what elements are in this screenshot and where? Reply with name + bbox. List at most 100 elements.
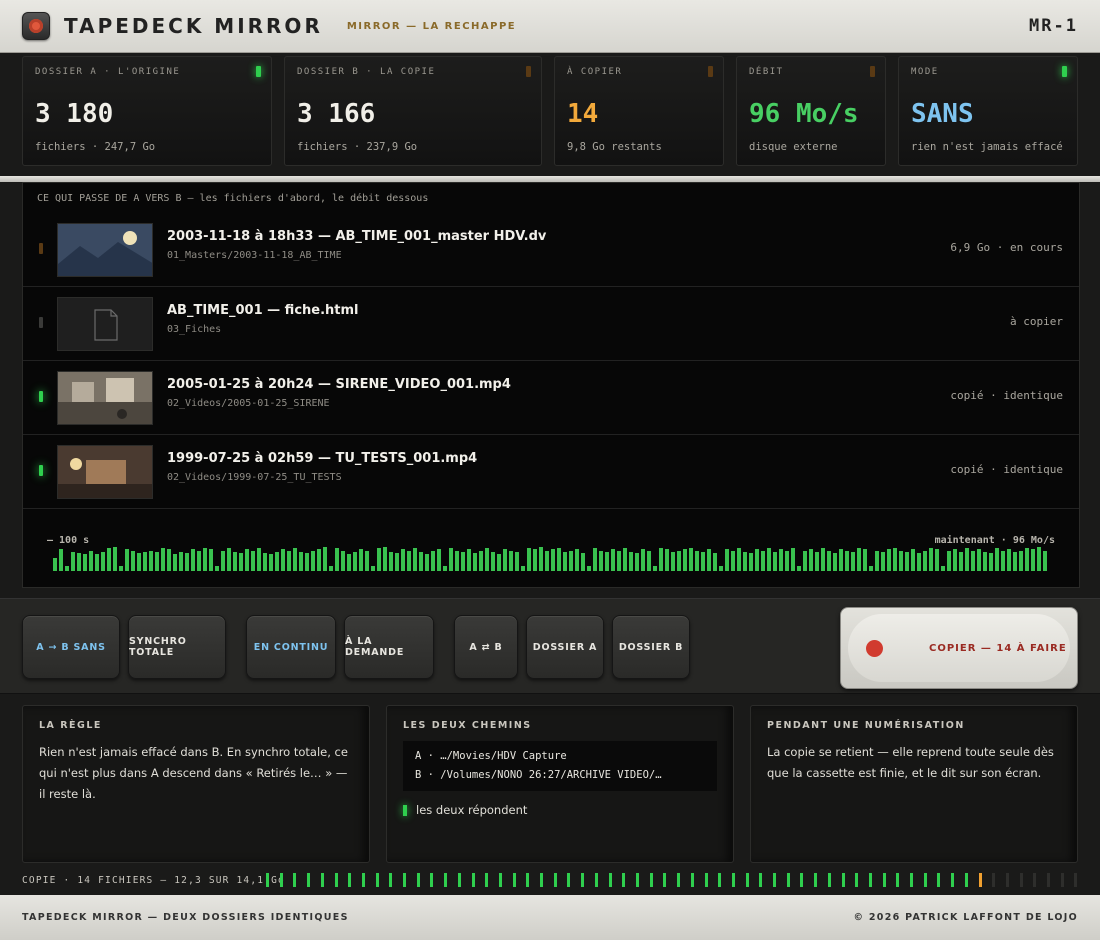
meter-bar	[191, 549, 195, 571]
progress-tick	[745, 873, 749, 887]
meter-bar	[377, 548, 381, 571]
meter-bar	[323, 547, 327, 571]
meter-bar	[617, 551, 621, 571]
progress-tick	[1019, 873, 1023, 887]
meter-bar	[203, 548, 207, 571]
paths-status: les deux répondent	[403, 803, 717, 817]
continuous-button[interactable]: EN CONTINU	[246, 615, 336, 679]
meter-bar	[1001, 551, 1005, 571]
meter-bar	[497, 554, 501, 571]
file-row[interactable]: 2005-01-25 à 20h24 — SIRENE_VIDEO_001.mp…	[23, 361, 1079, 435]
progress-ticks	[266, 873, 1078, 889]
throughput-meter	[53, 545, 1059, 571]
status-led-icon	[526, 66, 531, 77]
progress-tick	[1047, 873, 1051, 887]
progress-tick	[773, 873, 777, 887]
mode-full-sync-button[interactable]: SYNCHRO TOTALE	[128, 615, 226, 679]
meter-bar	[971, 551, 975, 571]
file-name: AB_TIME_001 — fiche.html	[167, 303, 359, 318]
meter-bar	[1043, 551, 1047, 571]
scan-panel: PENDANT UNE NUMÉRISATION La copie se ret…	[750, 705, 1078, 863]
meter-bar	[557, 548, 561, 571]
meter-bar	[101, 552, 105, 571]
meter-bar	[371, 566, 375, 571]
meter-bar	[737, 548, 741, 571]
meter-bar	[347, 554, 351, 571]
file-row[interactable]: 2003-11-18 à 18h33 — AB_TIME_001_master …	[23, 213, 1079, 287]
stat-value: SANS	[911, 99, 974, 129]
paths-panel: LES DEUX CHEMINS A · …/Movies/HDV Captur…	[386, 705, 734, 863]
copy-button-inner: COPIER — 14 À FAIRE	[848, 614, 1070, 682]
meter-bar	[227, 548, 231, 571]
status-led-icon	[256, 66, 261, 77]
swap-a-b-button[interactable]: A ⇄ B	[454, 615, 518, 679]
meter-bar	[809, 549, 813, 571]
mode-a-to-b-sans-button[interactable]: A → B SANS	[22, 615, 120, 679]
meter-bar	[389, 552, 393, 571]
meter-bar	[275, 552, 279, 571]
file-path: 02_Videos/2005-01-25_SIRENE	[167, 398, 330, 409]
progress-tick	[1005, 873, 1009, 887]
copy-button[interactable]: COPIER — 14 À FAIRE	[840, 607, 1078, 689]
file-row[interactable]: 1999-07-25 à 02h59 — TU_TESTS_001.mp4 02…	[23, 435, 1079, 509]
progress-tick	[827, 873, 831, 887]
meter-bar	[893, 548, 897, 571]
progress-tick	[677, 873, 681, 887]
file-row[interactable]: AB_TIME_001 — fiche.html 03_Fiches à cop…	[23, 287, 1079, 361]
meter-bar	[725, 549, 729, 571]
progress-tick	[581, 873, 585, 887]
status-led-icon	[708, 66, 713, 77]
meter-bar	[743, 552, 747, 571]
meter-bar	[383, 547, 387, 571]
progress-tick	[923, 873, 927, 887]
meter-bar	[923, 551, 927, 571]
meter-bar	[719, 566, 723, 571]
meter-bar	[239, 553, 243, 571]
meter-bar	[521, 566, 525, 571]
progress-tick	[403, 873, 407, 887]
folder-b-button[interactable]: DOSSIER B	[612, 615, 690, 679]
progress-tick	[485, 873, 489, 887]
meter-bar	[443, 566, 447, 571]
meter-bar	[563, 552, 567, 571]
path-b[interactable]: B · /Volumes/NONO 26:27/ARCHIVE VIDEO/…	[415, 766, 705, 785]
meter-bar	[119, 566, 123, 571]
meter-bar	[233, 552, 237, 571]
meter-bar	[329, 566, 333, 571]
stat-label: MODE	[911, 67, 939, 77]
meter-bar	[911, 549, 915, 571]
meter-bar	[713, 553, 717, 571]
folder-a-button[interactable]: DOSSIER A	[526, 615, 604, 679]
stat-value: 3 180	[35, 99, 114, 129]
meter-bar	[1007, 549, 1011, 571]
meter-bar	[785, 551, 789, 571]
meter-bar	[929, 548, 933, 571]
stat-sub: fichiers · 237,9 Go	[297, 141, 418, 153]
meter-bar	[863, 549, 867, 571]
meter-bar	[305, 553, 309, 571]
meter-bar	[221, 551, 225, 571]
meter-bar	[509, 551, 513, 571]
stat-sub: rien n'est jamais effacé	[911, 141, 1063, 153]
progress-tick	[690, 873, 694, 887]
meter-bar	[197, 551, 201, 571]
path-a[interactable]: A · …/Movies/HDV Capture	[415, 747, 705, 766]
meter-bar	[437, 549, 441, 571]
panel-title: PENDANT UNE NUMÉRISATION	[767, 720, 965, 731]
record-icon	[866, 639, 883, 657]
meter-bar	[461, 552, 465, 571]
meter-bar	[797, 566, 801, 571]
meter-bar	[965, 548, 969, 571]
on-demand-button[interactable]: À LA DEMANDE	[344, 615, 434, 679]
room-thumbnail-icon	[57, 371, 153, 425]
meter-bar	[335, 548, 339, 571]
meter-bar	[953, 549, 957, 571]
stat-card-folder-a: DOSSIER A · L'ORIGINE 3 180 fichiers · 2…	[22, 56, 272, 166]
progress-tick	[389, 873, 393, 887]
meter-bar	[587, 566, 591, 571]
meter-bar	[887, 549, 891, 571]
meter-bar	[173, 554, 177, 571]
progress-tick	[937, 873, 941, 887]
meter-bar	[71, 552, 75, 571]
meter-bar	[779, 549, 783, 571]
